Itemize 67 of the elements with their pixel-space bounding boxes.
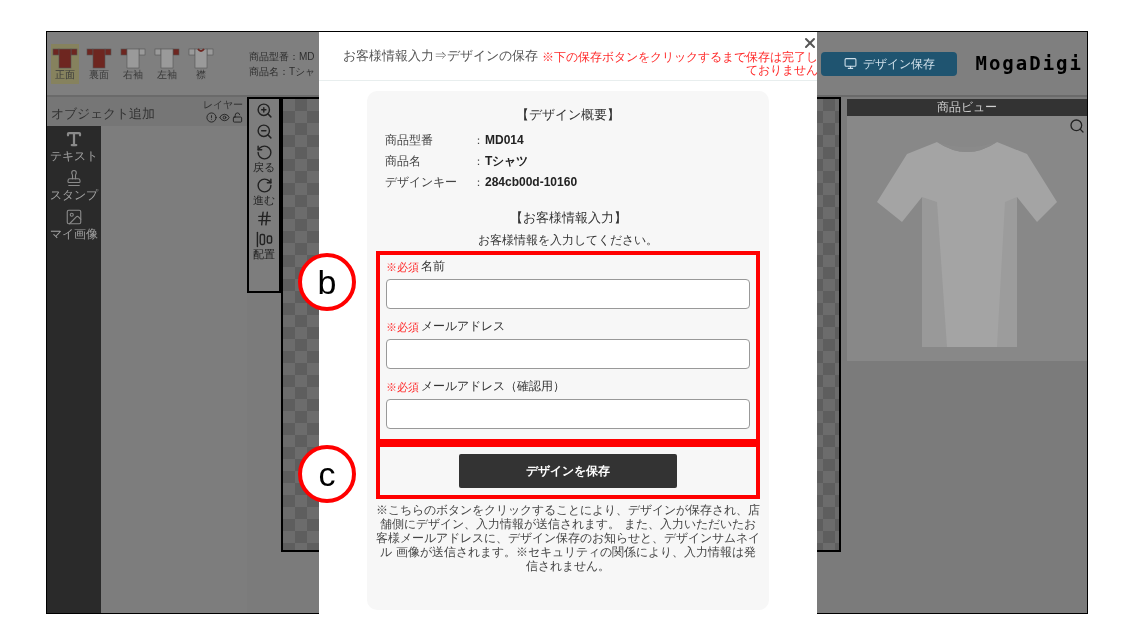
required-mark: ※必須 <box>386 259 419 275</box>
shirt-icon <box>86 46 112 69</box>
toolbar-button[interactable]: 戻る <box>253 144 275 173</box>
required-mark: ※必須 <box>386 319 419 335</box>
preview-header: 商品ビュー <box>847 99 1087 116</box>
tool-button[interactable]: マイ画像 <box>50 208 98 241</box>
view-tab[interactable]: 左袖 <box>153 43 181 84</box>
lock-icon[interactable] <box>232 112 243 123</box>
view-tab[interactable]: 正面 <box>51 43 79 84</box>
toolbar-button[interactable]: 進む <box>253 177 275 206</box>
undo-icon <box>255 144 273 161</box>
text-field[interactable] <box>386 399 750 429</box>
shirt-icon <box>120 46 146 69</box>
tool-button[interactable]: テキスト <box>50 130 98 163</box>
summary-separator: ： <box>473 174 485 190</box>
summary-label: 商品名 <box>385 153 422 170</box>
view-tab[interactable]: 裏面 <box>85 43 113 84</box>
field-label: メールアドレス（確認用） <box>421 378 565 395</box>
image-tool-icon <box>65 208 83 226</box>
annotation-marker: c <box>298 445 356 503</box>
product-info: 商品名：Tシャ <box>249 64 316 78</box>
view-tab[interactable]: 襟 <box>187 43 215 84</box>
summary-label: デザインキー <box>385 174 458 191</box>
save-notice: ※下の保存ボタンをクリックするまで保存は完了しておりません <box>541 51 818 77</box>
eye-icon[interactable] <box>219 112 230 123</box>
search-icon[interactable] <box>1069 118 1085 134</box>
grid-icon <box>255 210 273 227</box>
summary-separator: ： <box>473 153 485 169</box>
customer-heading: 【お客様情報入力】 <box>509 208 627 227</box>
summary-value: Tシャツ <box>485 153 529 170</box>
zoom-out-icon <box>255 123 273 140</box>
redo-icon <box>255 177 273 194</box>
close-button[interactable] <box>802 35 818 51</box>
footnote-text: ※こちらのボタンをクリックすることにより、デザインが保存され、店舗側にデザイン、入力情報が送信されます。 また、入力いただいたお客様メールアドレスに、デザイン保存のお知らせと、デザインサムネイル 画像が送信されます。※セキュリティの関係により、入力情報は発信されません。 <box>375 503 761 573</box>
text-field[interactable] <box>386 279 750 309</box>
zoom-in-icon <box>255 102 273 119</box>
instruction-text: お客様情報を入力してください。 <box>478 232 658 249</box>
align-icon <box>255 231 273 248</box>
product-info: 商品型番：MD <box>249 49 316 63</box>
tool-button[interactable]: スタンプ <box>50 169 98 202</box>
monitor-icon <box>844 57 857 70</box>
field-label: メールアドレス <box>421 318 505 335</box>
summary-heading: 【デザイン概要】 <box>516 106 620 124</box>
required-mark: ※必須 <box>386 379 419 395</box>
summary-separator: ： <box>473 132 485 148</box>
toolbar-button[interactable] <box>255 123 273 140</box>
shirt-icon <box>188 46 214 69</box>
dialog-title: お客様情報入力⇒デザインの保存 <box>343 47 538 66</box>
submit-button[interactable]: デザインを保存 <box>459 454 677 488</box>
summary-label: 商品型番 <box>385 132 434 149</box>
text-tool-icon <box>65 130 83 148</box>
summary-value: 284cb00d-10160 <box>485 174 578 191</box>
toolbar-button[interactable] <box>255 102 273 119</box>
shirt-icon <box>52 46 78 69</box>
annotation-marker: b <box>298 253 356 311</box>
design-save-button[interactable]: デザイン保存 <box>821 51 958 76</box>
text-field[interactable] <box>386 339 750 369</box>
view-tab[interactable]: 右袖 <box>119 43 147 84</box>
summary-value: MD014 <box>485 132 524 149</box>
shirt-icon <box>154 46 180 69</box>
field-label: 名前 <box>421 258 445 275</box>
stamp-tool-icon <box>65 169 83 187</box>
toolbar-button[interactable]: 配置 <box>253 231 275 260</box>
brand-logo: MogaDigi <box>975 51 1083 77</box>
alert-icon[interactable] <box>206 112 217 123</box>
panel-title: オブジェクト追加 <box>51 105 155 123</box>
toolbar-button[interactable] <box>255 210 273 227</box>
